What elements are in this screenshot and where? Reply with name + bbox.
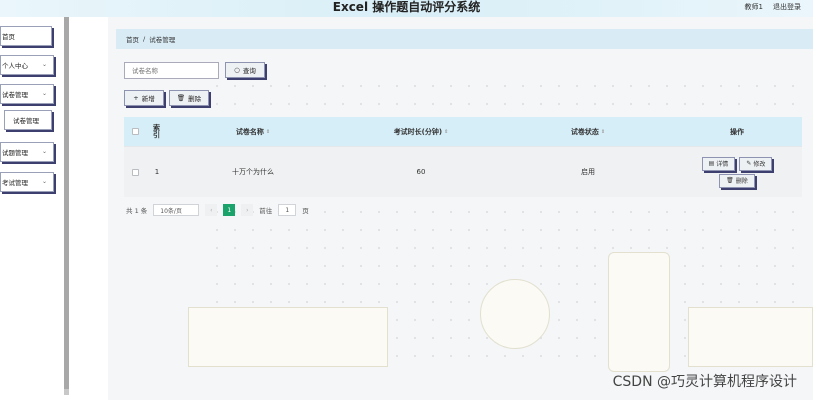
sidebar: 首页 个人中心 ⌄ 试卷管理 ⌄ 试卷管理 试题管理 ⌄ 考试管理 ⌄: [0, 17, 66, 400]
sidebar-scrollbar[interactable]: [64, 17, 69, 395]
chevron-down-icon: ⌄: [41, 148, 47, 155]
prev-page-button[interactable]: ‹: [205, 204, 218, 216]
table-header: 索引 试卷名称 ⇕ 考试时长(分钟) ⇕ 试卷状态 ⇕ 操作: [124, 117, 802, 146]
total-count: 共 1 条: [126, 207, 148, 215]
chevron-left-icon: ‹: [210, 206, 213, 214]
main-content: 首页 / 试卷管理 ○ 查询 + 新增 🗑 删除 索引 试卷名称⇕ 考试时长(分…: [108, 17, 813, 400]
header-ops: 操作: [730, 127, 744, 136]
row-ops: ▤ 详情 ✎ 修改 🗑 删除: [672, 147, 802, 197]
sidebar-item-paper-mgmt[interactable]: 试卷管理 ⌄: [0, 84, 54, 104]
row-duration: 60: [416, 168, 426, 176]
search-icon: ○: [234, 66, 240, 74]
header-name[interactable]: 试卷名称 ⇕: [168, 117, 338, 146]
background-cylinder: [608, 252, 670, 372]
page-size-select[interactable]: 10条/页: [153, 204, 200, 216]
background-block: [188, 307, 388, 367]
current-page-button[interactable]: 1: [223, 204, 236, 216]
select-all-checkbox[interactable]: [131, 128, 139, 135]
row-checkbox-cell: [124, 147, 146, 197]
sidebar-item-label: 试题管理: [2, 149, 28, 157]
breadcrumb-separator: /: [143, 35, 146, 43]
search-button[interactable]: ○ 查询: [225, 62, 265, 78]
sidebar-item-label: 考试管理: [2, 179, 28, 187]
header-status[interactable]: 试卷状态 ⇕: [504, 117, 672, 146]
row-status: 启用: [581, 168, 595, 176]
background-ring: [480, 279, 550, 349]
sidebar-item-home[interactable]: 首页: [0, 26, 52, 46]
sort-icon: ⇕: [444, 128, 449, 135]
goto-page-input[interactable]: 1: [278, 204, 297, 216]
pagination: 共 1 条 10条/页 ‹ 1 › 前往 1 页: [126, 204, 309, 216]
sidebar-item-profile[interactable]: 个人中心 ⌄: [0, 55, 54, 75]
chevron-down-icon: ⌄: [41, 90, 47, 97]
chevron-right-icon: ›: [246, 206, 249, 214]
edit-button[interactable]: ✎ 修改: [739, 156, 773, 171]
goto-label: 前往: [259, 207, 273, 215]
chevron-down-icon: ⌄: [41, 178, 47, 185]
detail-button[interactable]: ▤ 详情: [701, 156, 736, 171]
paper-table: 索引 试卷名称 ⇕ 考试时长(分钟) ⇕ 试卷状态 ⇕ 操作 1 十万个为什么 60 …: [124, 117, 802, 197]
table-row: 1 十万个为什么 60 启用 ▤ 详情 ✎ 修改 🗑 删除: [124, 146, 802, 197]
user-area: 教师1 退出登录: [745, 2, 801, 12]
row-delete-button[interactable]: 🗑 删除: [719, 173, 755, 188]
trash-icon: 🗑: [726, 177, 734, 184]
breadcrumb-home[interactable]: 首页: [126, 34, 139, 44]
document-icon: ▤: [708, 160, 715, 167]
page-unit-label: 页: [302, 207, 309, 215]
header-checkbox-cell: [124, 117, 146, 146]
delete-button-label: 删除: [188, 95, 202, 103]
sidebar-item-question-mgmt[interactable]: 试题管理 ⌄: [0, 142, 54, 162]
sidebar-item-label: 试卷管理: [13, 117, 39, 125]
add-button[interactable]: + 新增: [124, 90, 164, 106]
app-title: Excel 操作题自动评分系统: [332, 0, 481, 14]
search-button-label: 查询: [242, 67, 256, 75]
delete-button[interactable]: 🗑 删除: [169, 90, 209, 106]
plus-icon: +: [133, 94, 139, 102]
add-button-label: 新增: [141, 95, 155, 103]
sidebar-item-label: 试卷管理: [2, 91, 28, 99]
row-name: 十万个为什么: [232, 168, 274, 176]
breadcrumb: 首页 / 试卷管理: [116, 29, 813, 49]
top-bar: Excel 操作题自动评分系统 教师1 退出登录: [0, 0, 813, 17]
sort-icon: ⇕: [600, 128, 606, 135]
row-checkbox[interactable]: [131, 168, 139, 176]
logout-link[interactable]: 退出登录: [773, 2, 801, 12]
next-page-button[interactable]: ›: [241, 204, 254, 216]
scrollbar-thumb[interactable]: [64, 17, 69, 389]
sidebar-item-label: 首页: [2, 33, 15, 41]
sidebar-item-label: 个人中心: [2, 62, 28, 70]
header-duration[interactable]: 考试时长(分钟) ⇕: [338, 117, 504, 146]
sidebar-subitem-paper-mgmt[interactable]: 试卷管理: [4, 110, 52, 130]
search-input[interactable]: [124, 62, 219, 79]
row-index: 1: [154, 168, 160, 176]
sidebar-item-exam-mgmt[interactable]: 考试管理 ⌄: [0, 172, 54, 192]
user-name: 教师1: [744, 3, 763, 11]
sort-icon: ⇕: [265, 128, 271, 135]
background-box: [688, 307, 813, 367]
trash-icon: 🗑: [176, 94, 186, 102]
breadcrumb-current: 试卷管理: [149, 36, 176, 44]
watermark-text: CSDN @巧灵计算机程序设计: [612, 374, 797, 390]
pencil-icon: ✎: [746, 160, 752, 167]
chevron-down-icon: ⌄: [41, 61, 47, 68]
header-index[interactable]: 索引: [146, 117, 168, 146]
